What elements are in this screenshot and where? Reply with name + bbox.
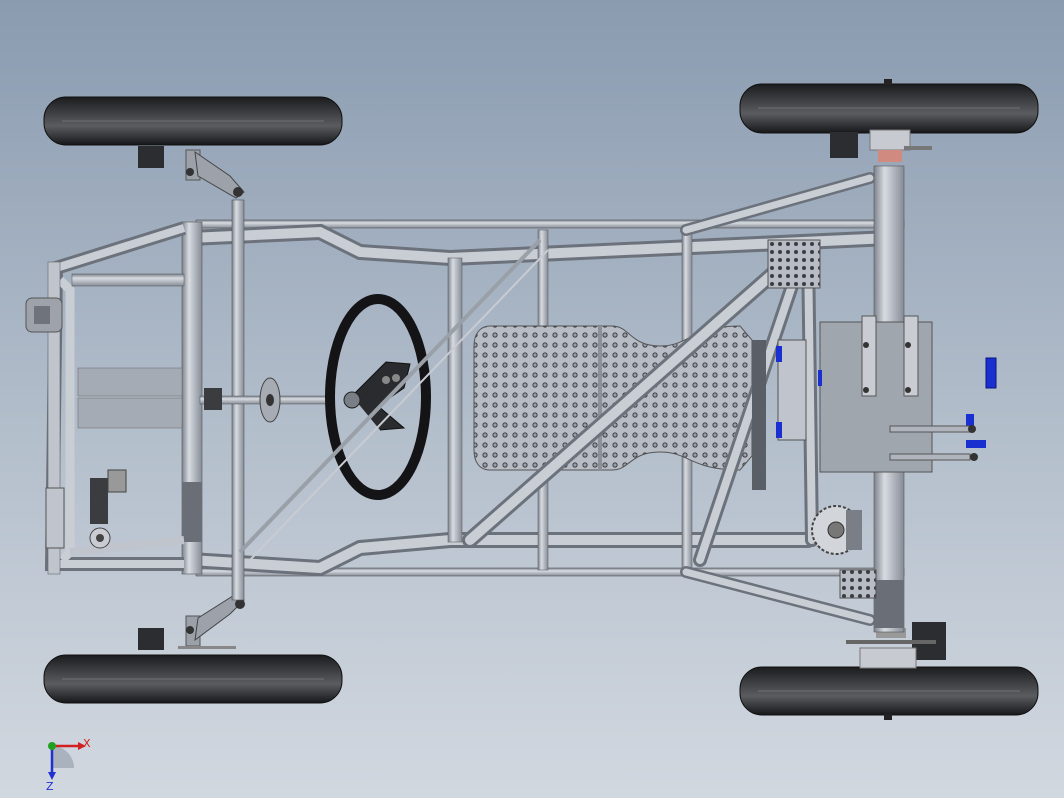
engine-plate[interactable] — [819, 315, 933, 473]
tire-rear-left[interactable] — [43, 654, 343, 704]
pedal-mount-top[interactable] — [25, 297, 63, 333]
hub-assembly-left-top[interactable] — [138, 146, 245, 199]
chain-guard[interactable] — [752, 339, 807, 490]
steering-column[interactable] — [199, 377, 331, 423]
hub-assembly-left-bottom[interactable] — [138, 593, 245, 650]
drive-sprocket[interactable] — [811, 505, 862, 555]
x-axis-label: X — [83, 737, 91, 750]
steering-wheel[interactable] — [325, 294, 431, 500]
orientation-triad: X Z — [46, 737, 91, 792]
hub-assembly-right-top[interactable] — [830, 129, 932, 162]
z-axis-label: Z — [46, 780, 54, 792]
triad-shadow — [52, 746, 74, 768]
tire-front-left[interactable] — [43, 96, 343, 146]
seat-pan[interactable] — [473, 325, 753, 471]
cad-viewport[interactable]: X Z — [0, 0, 1064, 798]
y-axis-dot — [48, 742, 56, 750]
tire-rear-right[interactable] — [739, 666, 1039, 720]
tire-front-right[interactable] — [739, 79, 1039, 134]
z-axis-head — [48, 772, 56, 780]
go-kart-frame-model[interactable] — [0, 0, 1064, 798]
